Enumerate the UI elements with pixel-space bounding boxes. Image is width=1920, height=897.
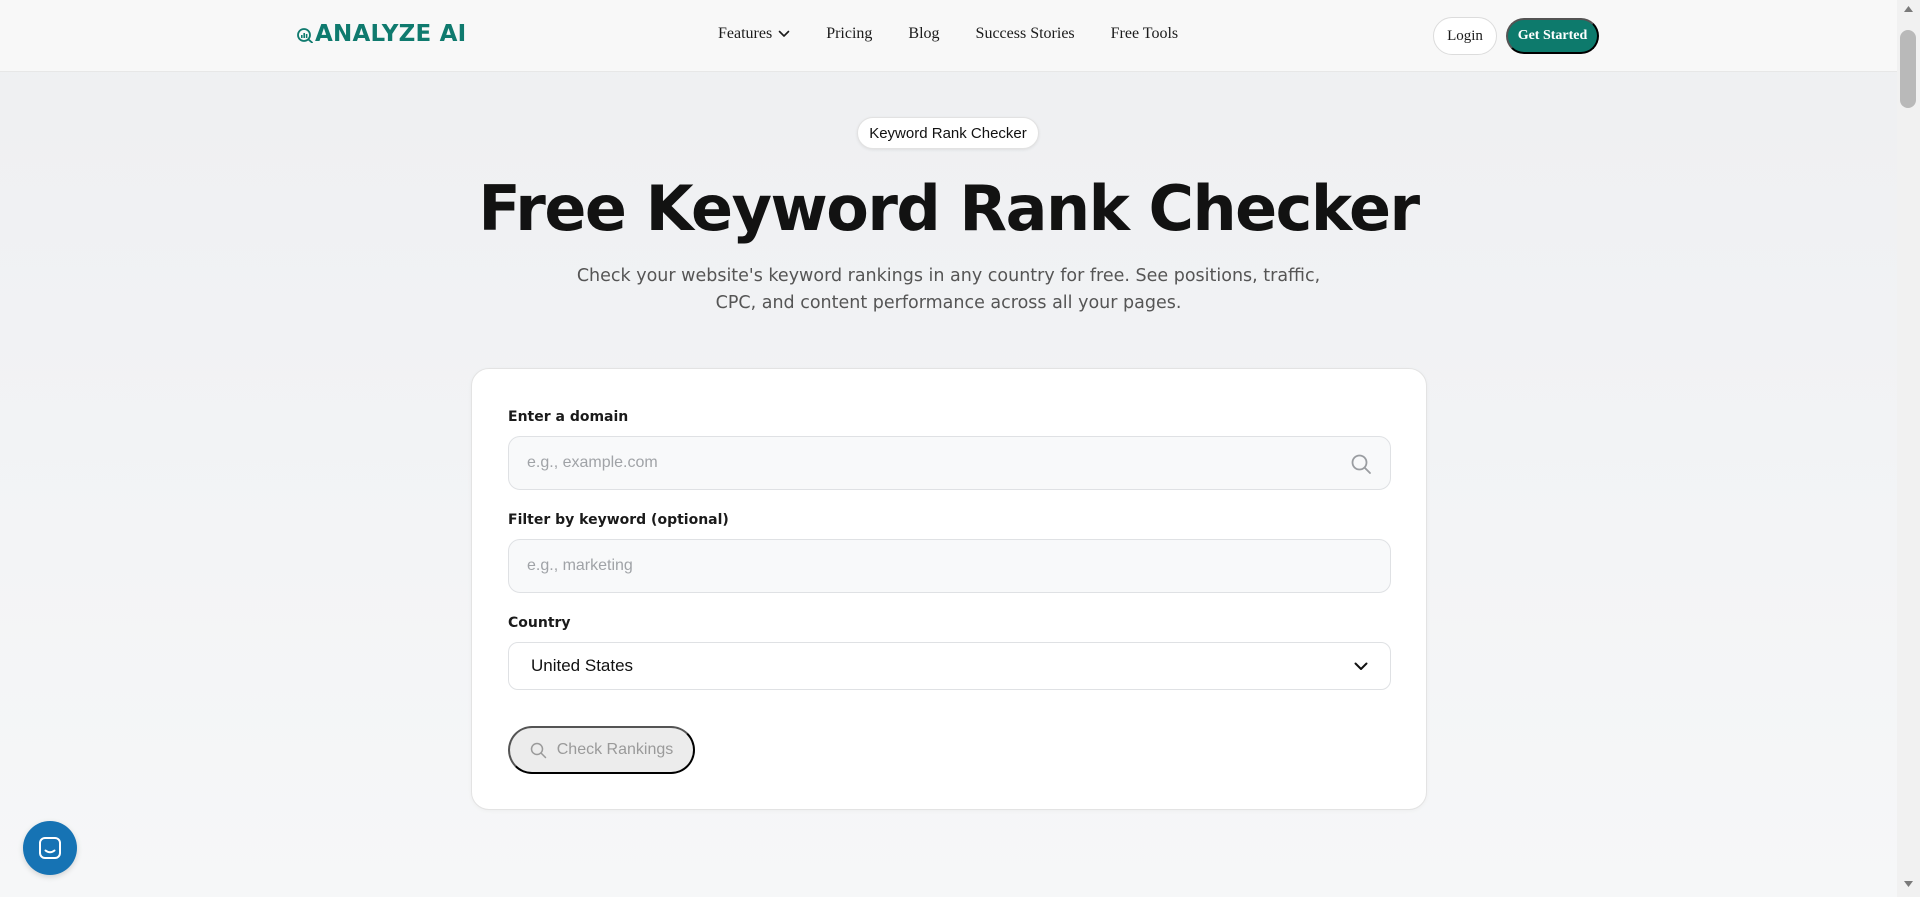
nav-link-label: Success Stories [975,25,1075,42]
check-rankings-label: Check Rankings [556,741,674,758]
scroll-down-icon[interactable] [1903,880,1914,888]
scroll-up-icon[interactable] [1903,5,1914,13]
get-started-button[interactable]: Get Started [1506,18,1599,54]
tool-badge: Keyword Rank Checker [857,117,1039,149]
chevron-down-icon [1354,662,1368,670]
country-label: Country [508,615,571,631]
page-subtitle: Check your website's keyword rankings in… [576,266,1321,313]
nav-links: Features Pricing Blog Success Stories Fr… [718,25,1178,43]
domain-label: Enter a domain [508,409,629,425]
scrollbar[interactable] [1897,0,1920,897]
logo[interactable]: ANALYZE AI [297,21,466,47]
chat-launcher[interactable] [23,821,77,875]
nav-link-label: Features [718,25,773,42]
nav-link-blog[interactable]: Blog [908,25,939,43]
chat-icon [39,837,61,859]
page: ANALYZE AI Features Pricing Blog Success… [0,0,1897,897]
scrollbar-thumb[interactable] [1900,30,1916,108]
nav-link-features[interactable]: Features [718,25,790,43]
nav-link-label: Free Tools [1110,25,1179,42]
keyword-label: Filter by keyword (optional) [508,512,729,528]
chart-icon [297,28,313,43]
domain-input[interactable] [508,436,1391,490]
nav-link-pricing[interactable]: Pricing [826,25,872,43]
rank-checker-form: Enter a domain Filter by keyword (option… [471,368,1427,810]
search-icon [1351,454,1371,474]
chevron-down-icon [778,30,790,37]
page-title: Free Keyword Rank Checker [478,172,1420,245]
login-button[interactable]: Login [1433,17,1497,55]
country-select[interactable]: United States [508,642,1391,690]
country-select-value: United States [531,656,634,675]
logo-text: ANALYZE AI [315,21,467,47]
nav-link-label: Blog [908,25,940,42]
search-icon [530,742,546,758]
nav-link-free-tools[interactable]: Free Tools [1111,25,1178,43]
check-rankings-button[interactable]: Check Rankings [508,726,695,774]
top-nav: ANALYZE AI Features Pricing Blog Success… [0,0,1897,72]
keyword-input[interactable] [508,539,1391,593]
nav-link-label: Pricing [826,25,873,42]
nav-link-success-stories[interactable]: Success Stories [976,25,1075,43]
